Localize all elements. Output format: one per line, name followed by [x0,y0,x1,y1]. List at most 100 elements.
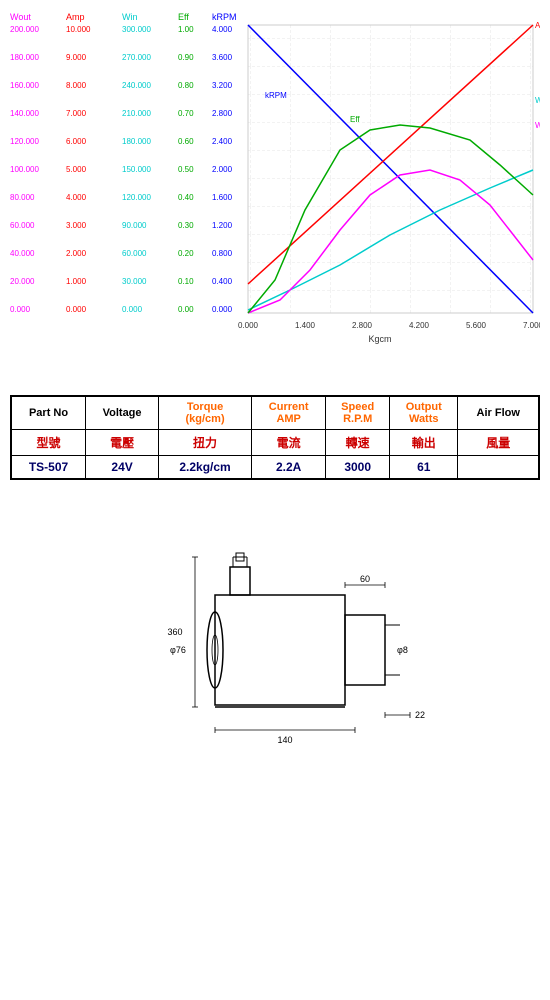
table-section: Part No Voltage Torque (kg/cm) Current A… [0,380,550,495]
svg-text:3.200: 3.200 [212,81,233,90]
svg-text:100.000: 100.000 [10,165,39,174]
svg-text:0.40: 0.40 [178,193,194,202]
krpm-curve-label: kRPM [265,91,287,100]
cell-current: 2.2A [251,456,325,480]
th-torque: Torque (kg/cm) [159,396,252,430]
svg-text:0.000: 0.000 [238,321,259,330]
svg-text:240.000: 240.000 [122,81,151,90]
svg-text:0.20: 0.20 [178,249,194,258]
th-voltage: Voltage [86,396,159,430]
svg-text:0.000: 0.000 [122,305,143,314]
svg-text:2.800: 2.800 [212,109,233,118]
svg-text:3.600: 3.600 [212,53,233,62]
svg-text:0.000: 0.000 [66,305,87,314]
svg-text:180.000: 180.000 [122,137,151,146]
svg-text:2.800: 2.800 [352,321,373,330]
svg-text:1.600: 1.600 [212,193,233,202]
svg-text:0.000: 0.000 [10,305,31,314]
cell-torque: 2.2kg/cm [159,456,252,480]
dim-22: 22 [415,710,425,720]
th-airflow: Air Flow [458,396,539,430]
svg-text:6.000: 6.000 [66,137,87,146]
svg-text:0.50: 0.50 [178,165,194,174]
eff-label: Eff [178,12,189,22]
amp-line-label: Amp [535,21,540,30]
zh-voltage: 電壓 [86,430,159,456]
svg-text:60.000: 60.000 [122,249,147,258]
krpm-label: kRPM [212,12,237,22]
svg-text:120.000: 120.000 [122,193,151,202]
performance-chart: Wout 200.000 180.000 160.000 140.000 120… [10,10,540,350]
svg-text:0.400: 0.400 [212,277,233,286]
svg-text:60.000: 60.000 [10,221,35,230]
svg-text:1.000: 1.000 [66,277,87,286]
svg-text:4.000: 4.000 [212,25,233,34]
svg-text:0.800: 0.800 [212,249,233,258]
svg-text:10.000: 10.000 [66,25,91,34]
svg-text:0.000: 0.000 [212,305,233,314]
zh-speed: 轉速 [326,430,390,456]
amp-label: Amp [66,12,85,22]
svg-text:5.000: 5.000 [66,165,87,174]
svg-text:200.000: 200.000 [10,25,39,34]
cell-speed: 3000 [326,456,390,480]
x-axis-label: Kgcm [368,334,391,344]
svg-text:7.000: 7.000 [66,109,87,118]
cell-partno: TS-507 [11,456,86,480]
svg-text:160.000: 160.000 [10,81,39,90]
svg-text:150.000: 150.000 [122,165,151,174]
dim-60: 60 [360,574,370,584]
data-row: TS-507 24V 2.2kg/cm 2.2A 3000 61 [11,456,539,480]
svg-text:3.000: 3.000 [66,221,87,230]
cell-output: 61 [390,456,458,480]
zh-output: 輸出 [390,430,458,456]
svg-text:8.000: 8.000 [66,81,87,90]
svg-text:300.000: 300.000 [122,25,151,34]
wout-label: Wout [10,12,31,22]
svg-text:120.000: 120.000 [10,137,39,146]
eff-curve-label: Eff [350,115,360,124]
svg-text:0.30: 0.30 [178,221,194,230]
svg-text:2.000: 2.000 [212,165,233,174]
zh-airflow: 風量 [458,430,539,456]
cell-voltage: 24V [86,456,159,480]
win-label: Win [122,12,138,22]
svg-text:1.400: 1.400 [295,321,316,330]
mechanical-diagram: φ76 φ8 360 60 22 140 [115,515,435,755]
wout-line-label: Wout [535,121,540,130]
svg-text:90.000: 90.000 [122,221,147,230]
th-speed: Speed R.P.M [326,396,390,430]
svg-text:1.200: 1.200 [212,221,233,230]
chart-section: Wout 200.000 180.000 160.000 140.000 120… [0,0,550,380]
svg-text:0.10: 0.10 [178,277,194,286]
header-row: Part No Voltage Torque (kg/cm) Current A… [11,396,539,430]
svg-text:270.000: 270.000 [122,53,151,62]
dim-360: 360 [167,627,182,637]
svg-text:1.00: 1.00 [178,25,194,34]
svg-text:180.000: 180.000 [10,53,39,62]
svg-text:4.000: 4.000 [66,193,87,202]
phi76-label: φ76 [170,645,186,655]
th-output: Output Watts [390,396,458,430]
svg-text:80.000: 80.000 [10,193,35,202]
svg-text:0.70: 0.70 [178,109,194,118]
svg-text:30.000: 30.000 [122,277,147,286]
cell-airflow [458,456,539,480]
zh-header-row: 型號 電壓 扭力 電流 轉速 輸出 風量 [11,430,539,456]
svg-text:7.000: 7.000 [523,321,540,330]
svg-text:20.000: 20.000 [10,277,35,286]
svg-text:0.90: 0.90 [178,53,194,62]
dim-140: 140 [277,735,292,745]
zh-current: 電流 [251,430,325,456]
svg-text:0.60: 0.60 [178,137,194,146]
phi8-label: φ8 [397,645,408,655]
svg-text:5.600: 5.600 [466,321,487,330]
zh-partno: 型號 [11,430,86,456]
svg-text:9.000: 9.000 [66,53,87,62]
svg-text:0.80: 0.80 [178,81,194,90]
diagram-section: φ76 φ8 360 60 22 140 [0,495,550,775]
svg-text:4.200: 4.200 [409,321,430,330]
svg-text:2.400: 2.400 [212,137,233,146]
specs-table: Part No Voltage Torque (kg/cm) Current A… [10,395,540,480]
zh-torque: 扭力 [159,430,252,456]
